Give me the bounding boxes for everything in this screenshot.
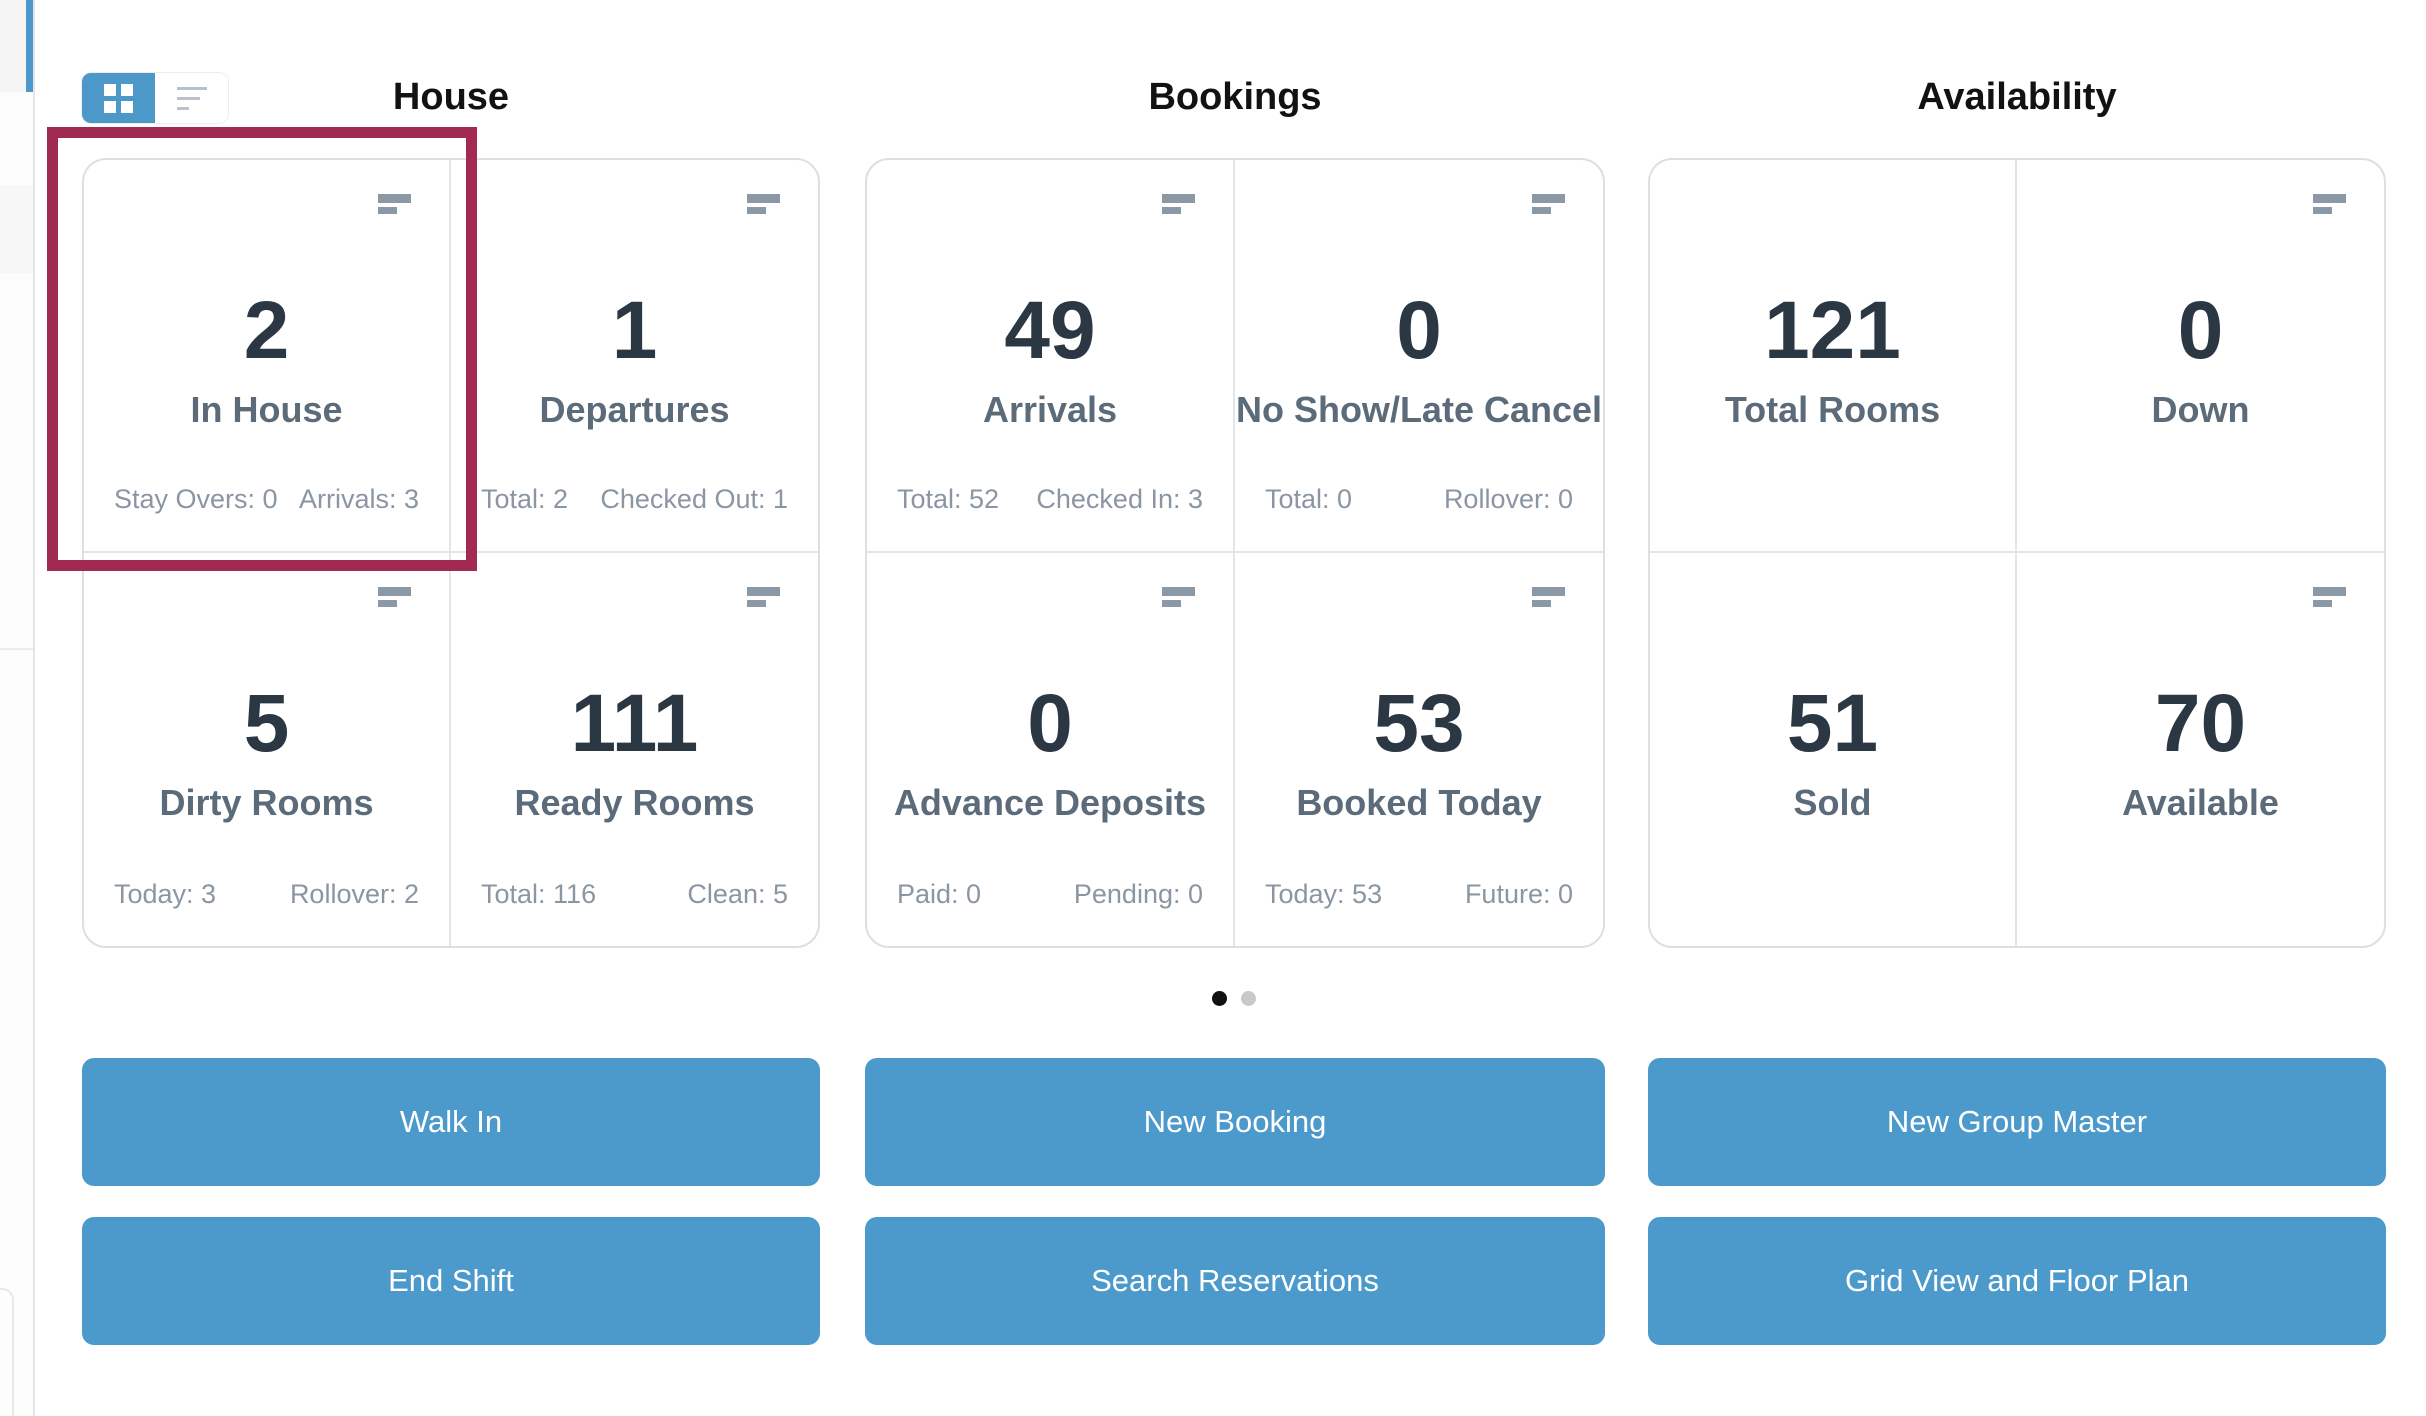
panel-house: 2 In House Stay Overs: 0 Arrivals: 3 1 D…	[82, 158, 820, 948]
substat-left: Total: 2	[481, 484, 568, 515]
stats-bars-icon[interactable]	[378, 194, 411, 214]
stat-value: 49	[867, 288, 1233, 374]
stat-substats: Total: 52 Checked In: 3	[897, 484, 1203, 515]
stat-value: 0	[1235, 288, 1603, 374]
stat-value: 51	[1650, 681, 2015, 767]
substat-right: Checked Out: 1	[600, 484, 788, 515]
card-total-rooms[interactable]: 121 Total Rooms	[1650, 160, 2017, 553]
substat-left: Stay Overs: 0	[114, 484, 278, 515]
stats-bars-icon[interactable]	[1162, 587, 1195, 607]
stat-substats: Stay Overs: 0 Arrivals: 3	[114, 484, 419, 515]
panel-bookings: 49 Arrivals Total: 52 Checked In: 3 0 No…	[865, 158, 1605, 948]
sidebar-active-accent	[26, 0, 33, 92]
pagination-dot-1[interactable]	[1212, 991, 1227, 1006]
substat-right: Checked In: 3	[1036, 484, 1203, 515]
stats-bars-icon[interactable]	[1532, 587, 1565, 607]
stat-value: 5	[84, 681, 449, 767]
stat-value: 70	[2017, 681, 2384, 767]
substat-left: Today: 53	[1265, 879, 1382, 910]
stat-substats: Total: 116 Clean: 5	[481, 879, 788, 910]
stat-substats: Total: 2 Checked Out: 1	[481, 484, 788, 515]
card-ready-rooms[interactable]: 111 Ready Rooms Total: 116 Clean: 5	[451, 553, 818, 946]
substat-left: Today: 3	[114, 879, 216, 910]
stat-label: Dirty Rooms	[84, 783, 449, 823]
stat-label: Ready Rooms	[451, 783, 818, 823]
card-down[interactable]: 0 Down	[2017, 160, 2384, 553]
stat-substats: Today: 3 Rollover: 2	[114, 879, 419, 910]
search-reservations-button[interactable]: Search Reservations	[865, 1217, 1605, 1345]
stat-label: Advance Deposits	[867, 783, 1233, 823]
grid-view-floor-plan-button[interactable]: Grid View and Floor Plan	[1648, 1217, 2386, 1345]
panel-availability: 121 Total Rooms 0 Down 51 Sold 70 Availa…	[1648, 158, 2386, 948]
sidebar-strip	[0, 0, 35, 1416]
dashboard-page: House Bookings Availability 2 In House S…	[0, 0, 2426, 1416]
substat-left: Paid: 0	[897, 879, 981, 910]
stat-label: Total Rooms	[1650, 390, 2015, 430]
substat-right: Rollover: 0	[1444, 484, 1573, 515]
stats-bars-icon[interactable]	[747, 194, 780, 214]
stat-label: In House	[84, 390, 449, 430]
substat-right: Rollover: 2	[290, 879, 419, 910]
card-dirty-rooms[interactable]: 5 Dirty Rooms Today: 3 Rollover: 2	[84, 553, 451, 946]
card-booked-today[interactable]: 53 Booked Today Today: 53 Future: 0	[1235, 553, 1603, 946]
stat-value: 111	[451, 681, 818, 767]
stat-substats: Total: 0 Rollover: 0	[1265, 484, 1573, 515]
card-no-show-late-cancel[interactable]: 0 No Show/Late Cancel Total: 0 Rollover:…	[1235, 160, 1603, 553]
card-advance-deposits[interactable]: 0 Advance Deposits Paid: 0 Pending: 0	[867, 553, 1235, 946]
stats-bars-icon[interactable]	[1162, 194, 1195, 214]
substat-right: Pending: 0	[1074, 879, 1203, 910]
end-shift-button[interactable]: End Shift	[82, 1217, 820, 1345]
carousel-pagination	[1212, 991, 1256, 1006]
sidebar-divider	[0, 648, 33, 650]
section-title-bookings: Bookings	[865, 74, 1605, 120]
sidebar-partial-card	[0, 1288, 14, 1416]
stats-bars-icon[interactable]	[1532, 194, 1565, 214]
stat-value: 0	[2017, 288, 2384, 374]
stat-value: 53	[1235, 681, 1603, 767]
stats-bars-icon[interactable]	[2313, 194, 2346, 214]
section-title-house: House	[82, 74, 820, 120]
card-arrivals[interactable]: 49 Arrivals Total: 52 Checked In: 3	[867, 160, 1235, 553]
stat-label: Departures	[451, 390, 818, 430]
stat-label: Booked Today	[1235, 783, 1603, 823]
section-title-availability: Availability	[1648, 74, 2386, 120]
stat-value: 121	[1650, 288, 2015, 374]
substat-left: Total: 52	[897, 484, 999, 515]
stats-bars-icon[interactable]	[378, 587, 411, 607]
stat-label: Down	[2017, 390, 2384, 430]
stats-bars-icon[interactable]	[747, 587, 780, 607]
stats-bars-icon[interactable]	[2313, 587, 2346, 607]
new-group-master-button[interactable]: New Group Master	[1648, 1058, 2386, 1186]
sidebar-block	[0, 185, 33, 273]
stat-substats: Today: 53 Future: 0	[1265, 879, 1573, 910]
stat-substats: Paid: 0 Pending: 0	[897, 879, 1203, 910]
stat-value: 2	[84, 288, 449, 374]
substat-right: Arrivals: 3	[299, 484, 419, 515]
stat-label: Available	[2017, 783, 2384, 823]
stat-value: 0	[867, 681, 1233, 767]
card-sold[interactable]: 51 Sold	[1650, 553, 2017, 946]
walk-in-button[interactable]: Walk In	[82, 1058, 820, 1186]
substat-left: Total: 0	[1265, 484, 1352, 515]
substat-left: Total: 116	[481, 879, 596, 910]
card-in-house[interactable]: 2 In House Stay Overs: 0 Arrivals: 3	[84, 160, 451, 553]
stat-label: Sold	[1650, 783, 2015, 823]
stat-label: No Show/Late Cancel	[1235, 390, 1603, 430]
substat-right: Future: 0	[1465, 879, 1573, 910]
card-available[interactable]: 70 Available	[2017, 553, 2384, 946]
pagination-dot-2[interactable]	[1241, 991, 1256, 1006]
card-departures[interactable]: 1 Departures Total: 2 Checked Out: 1	[451, 160, 818, 553]
stat-label: Arrivals	[867, 390, 1233, 430]
stat-value: 1	[451, 288, 818, 374]
substat-right: Clean: 5	[687, 879, 788, 910]
new-booking-button[interactable]: New Booking	[865, 1058, 1605, 1186]
